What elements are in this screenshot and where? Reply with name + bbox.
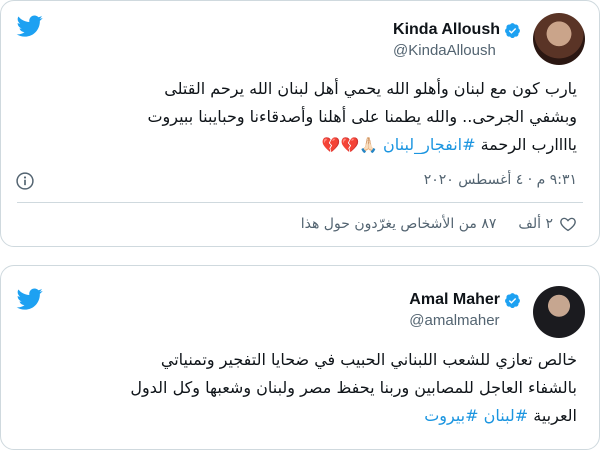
tweet-line: بالشفاء العاجل للمصابين وربنا يحفظ مصر و… [130,378,577,397]
tweet-line: خالص تعازي للشعب اللبناني الحبيب في ضحاي… [160,350,577,369]
display-name[interactable]: Amal Maher [409,291,500,309]
like-count: ٢ ألف [518,216,553,232]
hashtag-link[interactable]: #لبنان [484,406,529,425]
display-name[interactable]: Kinda Alloush [393,21,500,39]
tweet-line: يارب كون مع لبنان وأهلو الله يحمي أهل لب… [164,79,577,98]
author-block[interactable]: Amal Maher @amalmaher [409,291,521,329]
tweet-line-last: ياااارب الرحمة #انفجار_لبنان 🙏🏻💔💔 [23,131,577,159]
tweet-actions: ٢ ألف ٨٧ من الأشخاص يغرّدون حول هذا [301,215,577,233]
user-handle[interactable]: @amalmaher [409,312,521,329]
tweet-text-fragment: العربية [533,406,577,425]
tweet-text: يارب كون مع لبنان وأهلو الله يحمي أهل لب… [23,75,577,159]
heart-outline-icon [560,217,576,232]
hashtag-link[interactable]: #انفجار_لبنان [383,135,475,154]
verified-badge-icon [505,22,520,38]
info-icon[interactable] [15,171,35,191]
tweet-line-last: العربية #لبنان #بيروت [23,402,577,430]
twitter-bird-icon[interactable] [15,286,45,312]
twitter-bird-icon[interactable] [15,13,45,39]
folded-hands-broken-heart-emoji: 🙏🏻💔💔 [321,136,378,154]
tweet-line: وبشفي الجرحى.. والله يطمنا على أهلنا وأص… [147,107,577,126]
user-handle[interactable]: @KindaAlloush [393,42,521,59]
like-button[interactable]: ٢ ألف [518,215,577,233]
tweet-text: خالص تعازي للشعب اللبناني الحبيب في ضحاي… [23,346,577,430]
hashtag-link[interactable]: #بيروت [424,406,478,425]
tweet-timestamp[interactable]: ٩:٣١ م · ٤ أغسطس ٢٠٢٠ [424,172,577,188]
avatar[interactable] [533,13,585,65]
tweet-text-fragment: ياااارب الرحمة [480,135,577,154]
people-talking-link[interactable]: ٨٧ من الأشخاص يغرّدون حول هذا [301,216,497,232]
verified-badge-icon [505,292,520,308]
divider [17,202,583,203]
tweet-card-kinda[interactable]: Kinda Alloush @KindaAlloush يارب كون مع … [0,0,600,247]
avatar[interactable] [533,286,585,338]
author-block[interactable]: Kinda Alloush @KindaAlloush [393,21,521,59]
tweet-card-amal[interactable]: Amal Maher @amalmaher خالص تعازي للشعب ا… [0,265,600,450]
